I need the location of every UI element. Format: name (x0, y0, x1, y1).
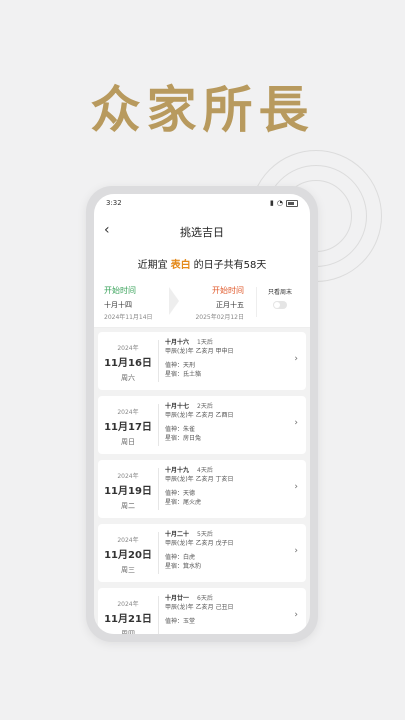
day-later: 4天后 (197, 467, 213, 474)
day-later: 1天后 (197, 339, 213, 346)
day-god: 值神：朱雀 (165, 426, 196, 433)
day-lunar: 十月十七 (165, 403, 190, 410)
status-bar: 3:32 ▮ ◔ (94, 194, 310, 212)
day-lunar: 十月二十 (165, 531, 190, 538)
day-month-day: 11月17日 (104, 422, 152, 433)
chevron-right-icon: › (294, 482, 298, 492)
day-month-day: 11月16日 (104, 358, 152, 369)
summary-highlight: 表白 (170, 260, 191, 271)
day-star: 星宿：箕水豹 (165, 563, 202, 570)
day-god: 值神：玉堂 (165, 618, 196, 625)
start-date: 2024年11月14日 (104, 314, 153, 321)
day-weekday: 周日 (121, 438, 135, 446)
day-details: 十月十七 2天后 甲辰(龙)年 乙亥月 乙酉日 值神：朱雀 星宿：房日兔 (165, 402, 234, 443)
day-lunar: 十月十六 (165, 339, 190, 346)
day-card[interactable]: 2024年 11月20日 周三 十月二十 5天后 甲辰(龙)年 乙亥月 戊子日 值… (98, 524, 306, 582)
divider (158, 596, 159, 634)
start-date-picker[interactable]: 开始时间 十月十四 2024年11月14日 (104, 285, 153, 321)
day-weekday: 周三 (121, 566, 135, 574)
day-god: 值神：白虎 (165, 554, 196, 561)
day-year: 2024年 (117, 601, 139, 608)
day-god: 值神：天刑 (165, 362, 196, 369)
day-month-day: 11月19日 (104, 486, 152, 497)
day-star: 星宿：氐土貉 (165, 371, 202, 378)
day-date-block: 2024年 11月20日 周三 (98, 524, 158, 582)
arrow-right-icon (169, 287, 179, 315)
day-details: 十月二十 5天后 甲辰(龙)年 乙亥月 戊子日 值神：白虎 星宿：箕水豹 (165, 530, 234, 571)
chevron-right-icon: › (294, 610, 298, 620)
day-date-block: 2024年 11月19日 周二 (98, 460, 158, 518)
divider (158, 468, 159, 510)
headline: 众家所長 (90, 80, 315, 139)
day-year: 2024年 (117, 537, 139, 544)
day-ganzhi: 甲辰(龙)年 乙亥月 乙酉日 (165, 412, 234, 419)
day-ganzhi: 甲辰(龙)年 乙亥月 丁亥日 (165, 476, 234, 483)
day-later: 2天后 (197, 403, 213, 410)
chevron-right-icon: › (294, 354, 298, 364)
chevron-right-icon: › (294, 418, 298, 428)
day-lunar: 十月十九 (165, 467, 190, 474)
page-title: 挑选吉日 (180, 226, 224, 239)
summary-line: 近期宜 表白 的日子共有58天 (94, 252, 310, 281)
summary-suffix: 的日子共有58天 (193, 260, 267, 271)
day-ganzhi: 甲辰(龙)年 乙亥月 己丑日 (165, 604, 234, 611)
divider (158, 404, 159, 446)
wifi-icon: ◔ (276, 199, 283, 207)
day-details: 十月廿一 6天后 甲辰(龙)年 乙亥月 己丑日 值神：玉堂 (165, 594, 234, 626)
day-later: 6天后 (197, 595, 213, 602)
day-month-day: 11月21日 (104, 614, 152, 625)
day-list: 2024年 11月16日 周六 十月十六 1天后 甲辰(龙)年 乙亥月 甲申日 值… (94, 328, 310, 634)
day-god: 值神：天德 (165, 490, 196, 497)
day-card[interactable]: 2024年 11月17日 周日 十月十七 2天后 甲辰(龙)年 乙亥月 乙酉日 值… (98, 396, 306, 454)
day-star: 星宿：尾火虎 (165, 499, 202, 506)
chevron-left-icon[interactable]: ‹ (104, 222, 110, 238)
chevron-right-icon: › (294, 546, 298, 556)
status-icons: ▮ ◔ (270, 199, 298, 207)
signal-icon: ▮ (270, 199, 274, 207)
start-label: 开始时间 (104, 286, 136, 295)
day-details: 十月十六 1天后 甲辰(龙)年 乙亥月 甲申日 值神：天刑 星宿：氐土貉 (165, 338, 234, 379)
end-date: 2025年02月12日 (195, 314, 244, 321)
divider (158, 532, 159, 574)
app-header: ‹ 挑选吉日 (94, 212, 310, 252)
weekend-filter: 只看周末 (262, 287, 298, 309)
end-date-picker[interactable]: 开始时间 正月十五 2025年02月12日 (194, 285, 244, 321)
weekend-label: 只看周末 (267, 289, 292, 296)
end-label: 开始时间 (212, 286, 244, 295)
divider (158, 340, 159, 382)
day-date-block: 2024年 11月16日 周六 (98, 332, 158, 390)
day-weekday: 周六 (121, 374, 135, 382)
status-time: 3:32 (106, 199, 122, 207)
day-details: 十月十九 4天后 甲辰(龙)年 乙亥月 丁亥日 值神：天德 星宿：尾火虎 (165, 466, 234, 507)
day-date-block: 2024年 11月21日 周四 (98, 588, 158, 634)
battery-icon (286, 199, 298, 207)
day-ganzhi: 甲辰(龙)年 乙亥月 甲申日 (165, 348, 234, 355)
weekend-toggle[interactable] (273, 301, 287, 309)
day-year: 2024年 (117, 473, 139, 480)
day-card[interactable]: 2024年 11月16日 周六 十月十六 1天后 甲辰(龙)年 乙亥月 甲申日 值… (98, 332, 306, 390)
day-weekday: 周二 (121, 502, 135, 510)
day-later: 5天后 (197, 531, 213, 538)
date-range-selector: 开始时间 十月十四 2024年11月14日 开始时间 正月十五 2025年02月… (94, 281, 310, 328)
day-month-day: 11月20日 (104, 550, 152, 561)
day-date-block: 2024年 11月17日 周日 (98, 396, 158, 454)
day-card[interactable]: 2024年 11月21日 周四 十月廿一 6天后 甲辰(龙)年 乙亥月 己丑日 值… (98, 588, 306, 634)
day-card[interactable]: 2024年 11月19日 周二 十月十九 4天后 甲辰(龙)年 乙亥月 丁亥日 值… (98, 460, 306, 518)
divider (256, 287, 257, 317)
day-ganzhi: 甲辰(龙)年 乙亥月 戊子日 (165, 540, 234, 547)
start-lunar: 十月十四 (104, 301, 132, 309)
day-lunar: 十月廿一 (165, 595, 190, 602)
day-year: 2024年 (117, 409, 139, 416)
summary-prefix: 近期宜 (137, 260, 168, 271)
end-lunar: 正月十五 (216, 301, 244, 309)
day-weekday: 周四 (121, 630, 135, 634)
day-star: 星宿：房日兔 (165, 435, 202, 442)
phone-mockup: 3:32 ▮ ◔ ‹ 挑选吉日 近期宜 表白 的日子共有58天 开始时间 十月十四 … (86, 186, 318, 642)
app-screen: 3:32 ▮ ◔ ‹ 挑选吉日 近期宜 表白 的日子共有58天 开始时间 十月十四 … (94, 194, 310, 634)
day-year: 2024年 (117, 345, 139, 352)
